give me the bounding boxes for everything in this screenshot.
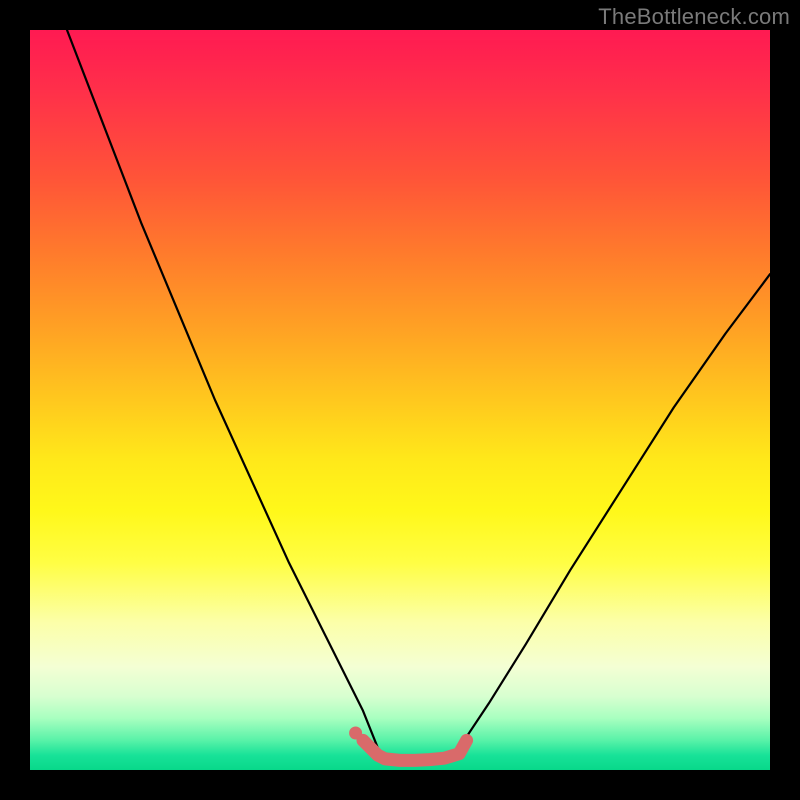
plot-area: [30, 30, 770, 770]
left-curve: [67, 30, 378, 748]
watermark-label: TheBottleneck.com: [598, 4, 790, 30]
right-curve: [459, 274, 770, 748]
left-end-dot: [349, 727, 362, 740]
bottom-segment: [363, 740, 467, 760]
chart-frame: TheBottleneck.com: [0, 0, 800, 800]
curves-layer: [30, 30, 770, 770]
